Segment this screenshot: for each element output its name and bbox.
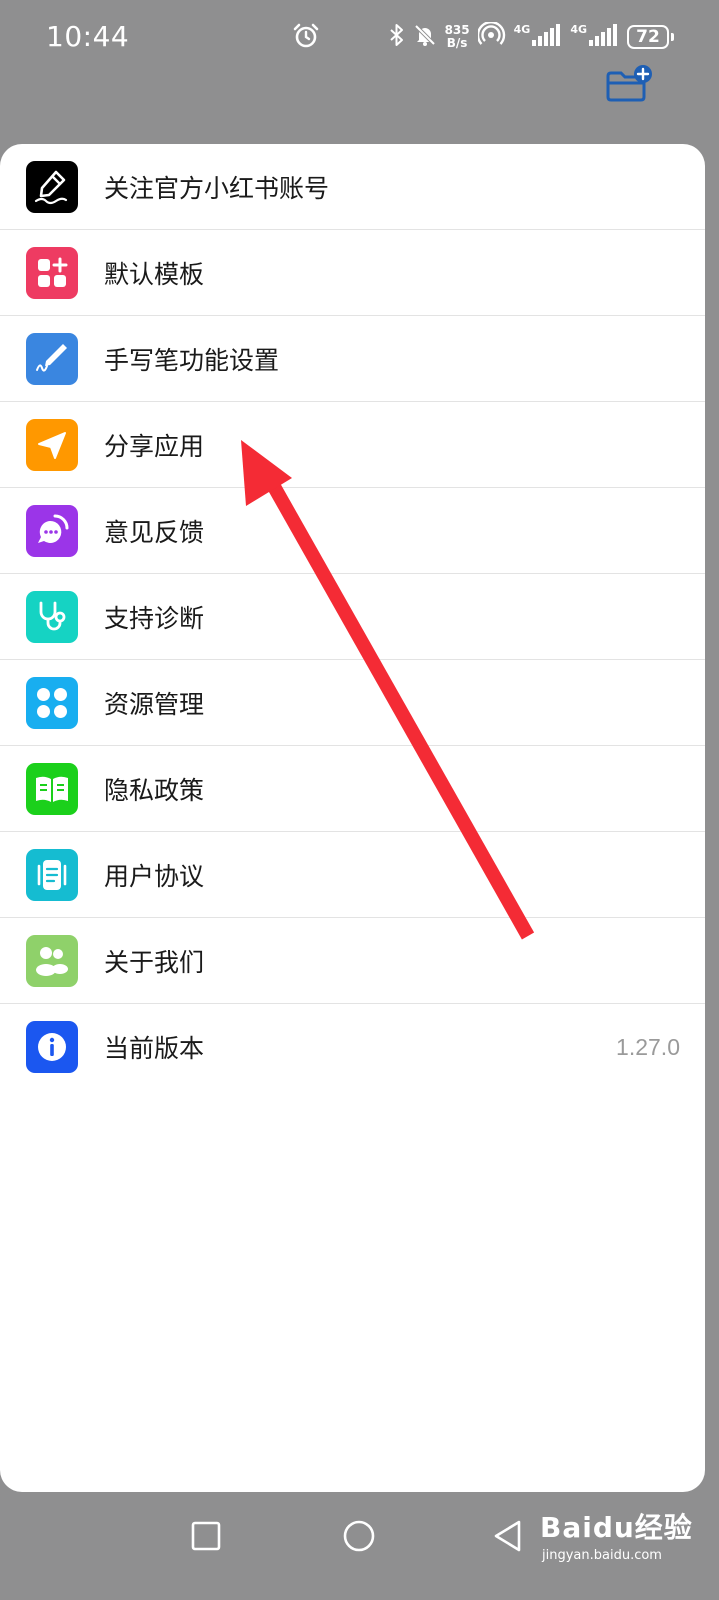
menu-item-stylus-settings[interactable]: 手写笔功能设置	[0, 316, 705, 402]
document-icon	[26, 849, 78, 901]
menu-item-privacy-policy[interactable]: 隐私政策	[0, 746, 705, 832]
menu-item-label: 手写笔功能设置	[104, 345, 280, 375]
net-speed-unit: B/s	[446, 36, 468, 50]
menu-item-label: 资源管理	[104, 689, 205, 719]
back-icon[interactable]	[486, 1514, 530, 1558]
signal-icon	[532, 24, 562, 50]
info-icon	[26, 1021, 78, 1073]
recent-apps-icon[interactable]	[184, 1514, 228, 1558]
menu-item-label: 当前版本	[104, 1034, 205, 1063]
stethoscope-icon	[26, 591, 78, 643]
home-icon[interactable]	[337, 1514, 381, 1558]
mute-icon	[413, 23, 437, 51]
menu-item-label: 分享应用	[104, 431, 205, 461]
menu-item-about-us[interactable]: 关于我们	[0, 918, 705, 1004]
menu-item-label: 关于我们	[104, 947, 205, 977]
template-grid-icon	[26, 247, 78, 299]
menu-item-support-diagnosis[interactable]: 支持诊断	[0, 574, 705, 660]
menu-item-share-app[interactable]: 分享应用	[0, 402, 705, 488]
watermark-logo-text: Baidu经验	[540, 1511, 693, 1544]
menu-item-default-template[interactable]: 默认模板	[0, 230, 705, 316]
menu-item-label: 关注官方小红书账号	[104, 173, 330, 203]
menu-item-label: 用户协议	[104, 861, 205, 891]
menu-item-feedback[interactable]: 意见反馈	[0, 488, 705, 574]
status-time: 10:44	[46, 20, 130, 53]
sim1-network-type: 4G	[513, 22, 531, 36]
menu-item-label: 默认模板	[104, 259, 205, 289]
menu-item-label: 隐私政策	[104, 775, 205, 805]
bluetooth-icon	[389, 23, 405, 51]
people-icon	[26, 935, 78, 987]
feedback-chat-icon	[26, 505, 78, 557]
folder-add-icon[interactable]	[604, 64, 654, 106]
menu-item-label: 意见反馈	[104, 517, 205, 547]
menu-item-label: 支持诊断	[104, 603, 205, 633]
menu-item-resource-management[interactable]: 资源管理	[0, 660, 705, 746]
four-petal-icon	[26, 677, 78, 729]
baidu-jingyan-watermark: Baidu经验 jingyan.baidu.com	[540, 1492, 710, 1582]
pen-sign-icon	[26, 161, 78, 213]
menu-item-follow-xiaohongshu[interactable]: 关注官方小红书账号	[0, 144, 705, 230]
status-icons: 835 B/s 4G 4G 72	[389, 20, 674, 54]
watermark-url: jingyan.baidu.com	[542, 1548, 662, 1563]
signal-icon	[589, 24, 619, 50]
alarm-icon	[292, 22, 320, 54]
battery-icon: 72	[627, 25, 674, 49]
settings-sheet: 关注官方小红书账号 默认模板 手写笔功能设置 分享应用 意见反馈 支持诊断 资源…	[0, 144, 705, 1492]
hotspot-icon	[476, 21, 506, 52]
menu-item-current-version[interactable]: 当前版本 1.27.0	[0, 1004, 705, 1090]
version-number: 1.27.0	[616, 1033, 680, 1060]
net-speed: 835 B/s	[445, 24, 470, 50]
send-icon	[26, 419, 78, 471]
battery-level: 72	[636, 27, 660, 47]
status-bar: 10:44 835 B/s 4G 4G 72	[0, 0, 719, 72]
stylus-icon	[26, 333, 78, 385]
sim2-network-type: 4G	[570, 22, 587, 36]
menu-item-user-agreement[interactable]: 用户协议	[0, 832, 705, 918]
open-book-icon	[26, 763, 78, 815]
